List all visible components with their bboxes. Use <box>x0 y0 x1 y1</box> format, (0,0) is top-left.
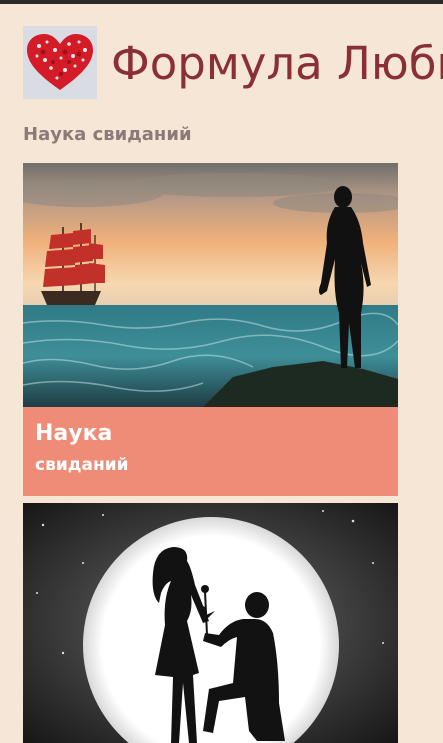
card-title: Наука <box>35 421 113 446</box>
moon-proposal-silhouette-image <box>23 503 398 743</box>
article-card[interactable] <box>23 503 398 743</box>
card-caption: Наука свиданий <box>23 407 398 496</box>
sailing-ship-silhouette-image <box>23 163 398 407</box>
app-header: Формула Любви <box>23 25 443 100</box>
status-bar <box>0 0 443 4</box>
article-card[interactable]: Наука свиданий <box>23 163 398 496</box>
section-title: Наука свиданий <box>23 124 192 145</box>
heart-collage-icon <box>23 26 97 99</box>
app-title: Формула Любви <box>111 37 443 90</box>
card-subtitle: свиданий <box>35 455 129 475</box>
